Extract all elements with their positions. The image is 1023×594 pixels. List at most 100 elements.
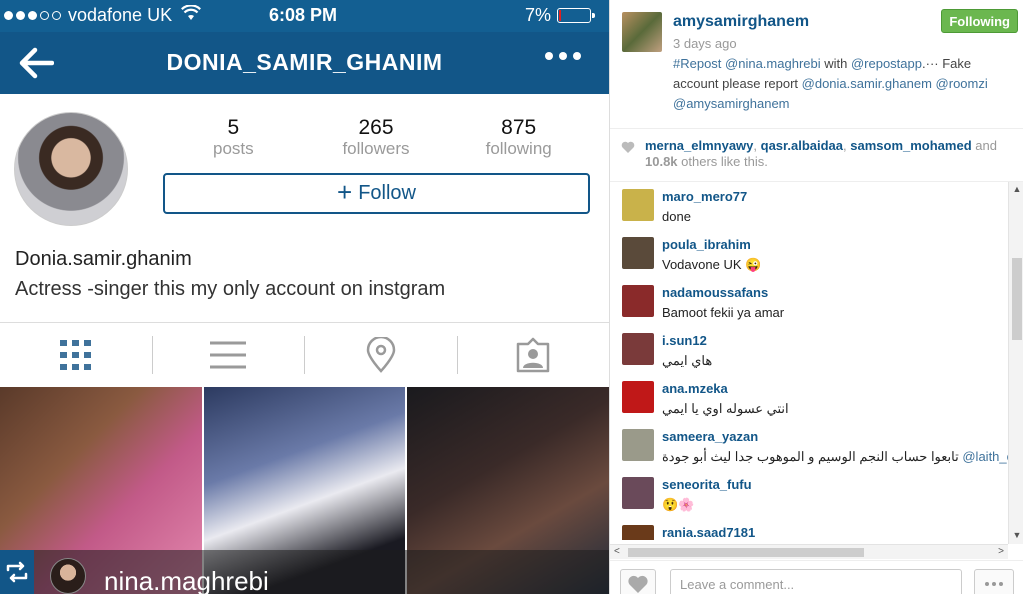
- post-header: amysamirghanem 3 days ago Following #Rep…: [610, 0, 1023, 128]
- commenter-username[interactable]: nadamoussafans: [662, 285, 768, 300]
- signal-carrier: vodafone UK: [4, 4, 202, 26]
- comment-item: poula_ibrahim Vodavone UK 😜: [610, 230, 1008, 278]
- comment-item: nadamoussafans Bamoot fekii ya amar: [610, 278, 1008, 326]
- scroll-left-arrow-icon[interactable]: <: [614, 546, 620, 557]
- signal-dot-icon: [4, 11, 13, 20]
- caption-link[interactable]: @amysamirghanem: [673, 96, 790, 111]
- commenter-avatar[interactable]: [622, 525, 654, 540]
- likes-and: and: [971, 138, 997, 153]
- caption-link[interactable]: @roomzi: [936, 76, 988, 91]
- profile-full-name: Donia.samir.ghanim: [15, 248, 192, 270]
- profile-bio: Actress -singer this my only account on …: [15, 278, 446, 300]
- commenter-username[interactable]: poula_ibrahim: [662, 237, 751, 252]
- caption-link[interactable]: @donia.samir.ghanem: [802, 76, 932, 91]
- more-options-button[interactable]: [974, 569, 1014, 594]
- comment-item: i.sun12 هاي ايمي: [610, 326, 1008, 374]
- comment-text: Bamoot fekii ya amar: [662, 305, 785, 320]
- commenter-username[interactable]: i.sun12: [662, 333, 707, 348]
- likes-rest: others like this.: [677, 154, 768, 169]
- comment-input[interactable]: [670, 569, 962, 594]
- caption-text: with: [820, 56, 851, 71]
- tab-tagged-view[interactable]: [458, 323, 610, 388]
- caption-link[interactable]: @repostapp: [851, 56, 922, 71]
- signal-dot-icon: [28, 11, 37, 20]
- location-pin-icon: [366, 337, 396, 373]
- instagram-app-screen: vodafone UK 6:08 PM 7% DONIA_SAMIR_GHANI…: [0, 0, 609, 594]
- horizontal-scrollbar[interactable]: < >: [610, 544, 1008, 559]
- repost-icon: [0, 550, 34, 594]
- liker-link[interactable]: merna_elmnyawy: [645, 138, 753, 153]
- tab-location-view[interactable]: [305, 323, 457, 388]
- commenter-avatar[interactable]: [622, 189, 654, 221]
- comment-mention-link[interactable]: @laith_official: [959, 449, 1008, 464]
- scrollbar-thumb[interactable]: [1012, 258, 1022, 340]
- stat-value: 265: [358, 116, 394, 139]
- commenter-username[interactable]: sameera_yazan: [662, 429, 758, 444]
- profile-view-tabs: [0, 322, 609, 387]
- comment-item: rania.saad7181: [610, 518, 1008, 540]
- battery-level: [559, 10, 562, 21]
- signal-dot-empty-icon: [52, 11, 61, 20]
- scroll-up-arrow-icon[interactable]: ▲: [1009, 184, 1023, 196]
- commenter-avatar[interactable]: [622, 381, 654, 413]
- profile-avatar: [14, 112, 128, 226]
- scroll-right-arrow-icon[interactable]: >: [998, 546, 1004, 557]
- commenter-avatar[interactable]: [622, 237, 654, 269]
- liker-link[interactable]: samsom_mohamed: [850, 138, 971, 153]
- scroll-down-arrow-icon[interactable]: ▼: [1009, 530, 1023, 542]
- follow-button[interactable]: + Follow: [163, 173, 590, 214]
- carrier-name: vodafone UK: [68, 5, 173, 25]
- page-title: DONIA_SAMIR_GHANIM: [166, 49, 443, 75]
- commenter-username[interactable]: seneorita_fufu: [662, 477, 752, 492]
- repost-user-avatar: [50, 558, 86, 594]
- repost-watermark-bar: nina.maghrebi: [0, 550, 609, 594]
- commenter-avatar[interactable]: [622, 333, 654, 365]
- list-icon: [210, 341, 247, 369]
- commenter-avatar[interactable]: [622, 429, 654, 461]
- tab-grid-view[interactable]: [0, 323, 152, 388]
- comment-item: seneorita_fufu 😲🌸: [610, 470, 1008, 518]
- comment-item: ana.mzeka انتي عسوله اوي يا ايمي: [610, 374, 1008, 422]
- post-caption: #Repost @nina.maghrebi with @repostapp.·…: [673, 54, 1018, 114]
- battery-percent: 7%: [524, 5, 551, 25]
- likes-count: 10.8k: [645, 154, 678, 169]
- profile-header: DONIA_SAMIR_GHANIM: [0, 32, 609, 94]
- comment-text: Vodavone UK 😜: [662, 257, 762, 272]
- likes-summary: merna_elmnyawy, qasr.albaidaa, samsom_mo…: [610, 128, 1023, 182]
- following-button[interactable]: Following: [941, 9, 1018, 33]
- vertical-scrollbar[interactable]: ▲ ▼: [1008, 182, 1023, 544]
- stat-value: 5: [227, 116, 240, 139]
- comment-text: تابعوا حساب النجم الوسيم و الموهوب جدا ل…: [662, 449, 1008, 465]
- battery-icon: [557, 8, 595, 23]
- comment-text: هاي ايمي: [662, 353, 713, 368]
- stat-followers[interactable]: 265 followers: [305, 116, 448, 159]
- tab-list-view[interactable]: [153, 323, 305, 388]
- post-detail-panel: amysamirghanem 3 days ago Following #Rep…: [609, 0, 1023, 594]
- comment-text-arabic: تابعوا حساب النجم الوسيم و الموهوب جدا ل…: [662, 449, 959, 464]
- caption-link[interactable]: #Repost @nina.maghrebi: [673, 56, 821, 71]
- liker-link[interactable]: qasr.albaidaa: [761, 138, 843, 153]
- like-button[interactable]: [620, 569, 656, 594]
- stat-label: followers: [342, 139, 410, 158]
- comment-list: maro_mero77 done poula_ibrahim Vodavone …: [610, 182, 1008, 540]
- commenter-username[interactable]: maro_mero77: [662, 189, 747, 204]
- commenter-avatar[interactable]: [622, 285, 654, 317]
- stat-label: following: [485, 139, 552, 158]
- screenshot-root: vodafone UK 6:08 PM 7% DONIA_SAMIR_GHANI…: [0, 0, 1023, 594]
- more-options-icon[interactable]: [545, 52, 581, 60]
- commenter-username[interactable]: rania.saad7181: [662, 525, 755, 540]
- heart-icon: [628, 575, 648, 593]
- stat-following[interactable]: 875 following: [447, 116, 590, 159]
- profile-stats: 5 posts 265 followers 875 following: [162, 116, 590, 159]
- heart-icon: [621, 141, 635, 153]
- comment-text: 😲🌸: [662, 497, 695, 512]
- commenter-username[interactable]: ana.mzeka: [662, 381, 728, 396]
- battery-status: 7%: [524, 5, 595, 26]
- owner-username-link[interactable]: amysamirghanem: [673, 13, 809, 31]
- commenter-avatar[interactable]: [622, 477, 654, 509]
- wifi-icon: [181, 4, 202, 26]
- owner-avatar[interactable]: [622, 12, 662, 52]
- stat-posts[interactable]: 5 posts: [162, 116, 305, 159]
- scrollbar-thumb[interactable]: [628, 548, 864, 557]
- comment-item: maro_mero77 done: [610, 182, 1008, 230]
